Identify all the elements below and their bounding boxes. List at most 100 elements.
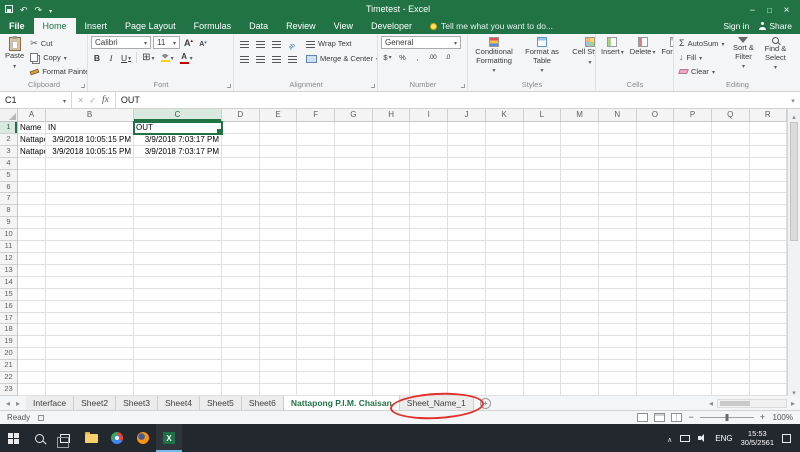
row-header-8[interactable]: 8 (0, 205, 18, 217)
cell-i15[interactable] (410, 289, 448, 301)
column-header-e[interactable]: E (260, 109, 298, 122)
cell-q13[interactable] (712, 265, 750, 277)
new-sheet-button[interactable] (474, 396, 497, 410)
cell-b14[interactable] (46, 277, 134, 289)
column-header-h[interactable]: H (373, 109, 411, 122)
cell-e14[interactable] (260, 277, 298, 289)
cell-k22[interactable] (486, 372, 524, 384)
find-select-button[interactable]: Find & Select (760, 36, 790, 72)
cell-r14[interactable] (750, 277, 787, 289)
cell-d10[interactable] (222, 229, 260, 241)
cell-a9[interactable] (18, 217, 46, 229)
cell-l21[interactable] (524, 360, 562, 372)
conditional-formatting-button[interactable]: Conditional Formatting (471, 36, 517, 75)
fill-color-button[interactable] (159, 51, 176, 64)
cell-o12[interactable] (637, 253, 675, 265)
cell-n3[interactable] (599, 146, 637, 158)
cell-g6[interactable] (335, 182, 373, 194)
cell-c6[interactable] (134, 182, 222, 194)
cell-l4[interactable] (524, 158, 562, 170)
cell-h19[interactable] (373, 336, 411, 348)
cell-g22[interactable] (335, 372, 373, 384)
cell-f19[interactable] (297, 336, 335, 348)
network-icon[interactable] (680, 435, 690, 442)
cell-j14[interactable] (448, 277, 486, 289)
font-size-select[interactable]: 11 (153, 36, 180, 49)
cell-j19[interactable] (448, 336, 486, 348)
ribbon-tab-developer[interactable]: Developer (362, 18, 421, 34)
format-cells-button[interactable]: Format (659, 36, 674, 58)
cell-h5[interactable] (373, 170, 411, 182)
cell-h1[interactable] (373, 122, 411, 134)
cell-n16[interactable] (599, 301, 637, 313)
cell-m21[interactable] (561, 360, 599, 372)
cell-n14[interactable] (599, 277, 637, 289)
cell-r3[interactable] (750, 146, 787, 158)
vertical-scrollbar[interactable] (787, 109, 800, 396)
cell-g4[interactable] (335, 158, 373, 170)
cell-o19[interactable] (637, 336, 675, 348)
cell-n7[interactable] (599, 193, 637, 205)
cell-r13[interactable] (750, 265, 787, 277)
cell-m20[interactable] (561, 348, 599, 360)
row-header-20[interactable]: 20 (0, 348, 18, 360)
cell-m8[interactable] (561, 205, 599, 217)
cell-k15[interactable] (486, 289, 524, 301)
cell-j11[interactable] (448, 241, 486, 253)
cell-m10[interactable] (561, 229, 599, 241)
cell-n13[interactable] (599, 265, 637, 277)
cell-f13[interactable] (297, 265, 335, 277)
cell-j9[interactable] (448, 217, 486, 229)
row-header-7[interactable]: 7 (0, 193, 18, 205)
cell-q16[interactable] (712, 301, 750, 313)
cancel-icon[interactable] (78, 96, 83, 105)
cell-f15[interactable] (297, 289, 335, 301)
cell-p19[interactable] (674, 336, 712, 348)
cell-h4[interactable] (373, 158, 411, 170)
cell-k3[interactable] (486, 146, 524, 158)
cell-o2[interactable] (637, 134, 675, 146)
cell-h9[interactable] (373, 217, 411, 229)
cell-j5[interactable] (448, 170, 486, 182)
cell-d6[interactable] (222, 182, 260, 194)
minimize-button[interactable] (744, 1, 761, 17)
column-header-g[interactable]: G (335, 109, 373, 122)
cell-h16[interactable] (373, 301, 411, 313)
cell-p5[interactable] (674, 170, 712, 182)
cell-m15[interactable] (561, 289, 599, 301)
cell-o5[interactable] (637, 170, 675, 182)
cell-b17[interactable] (46, 313, 134, 325)
cell-b9[interactable] (46, 217, 134, 229)
align-right-button[interactable] (269, 52, 283, 65)
cell-i16[interactable] (410, 301, 448, 313)
cell-d3[interactable] (222, 146, 260, 158)
cell-i18[interactable] (410, 324, 448, 336)
scroll-up-button[interactable] (788, 109, 800, 120)
cell-f11[interactable] (297, 241, 335, 253)
cell-n12[interactable] (599, 253, 637, 265)
cell-n22[interactable] (599, 372, 637, 384)
row-header-18[interactable]: 18 (0, 324, 18, 336)
cell-i6[interactable] (410, 182, 448, 194)
format-as-table-button[interactable]: Format as Table (519, 36, 565, 75)
cell-m6[interactable] (561, 182, 599, 194)
cell-p22[interactable] (674, 372, 712, 384)
cell-e17[interactable] (260, 313, 298, 325)
close-button[interactable] (778, 1, 795, 17)
cell-q14[interactable] (712, 277, 750, 289)
cell-c5[interactable] (134, 170, 222, 182)
cell-e15[interactable] (260, 289, 298, 301)
cell-d1[interactable] (222, 122, 260, 134)
cell-c1[interactable]: OUT (134, 122, 222, 134)
paste-button[interactable]: Paste (3, 36, 26, 71)
cell-p12[interactable] (674, 253, 712, 265)
cell-a18[interactable] (18, 324, 46, 336)
cell-a2[interactable]: Nattapong (18, 134, 46, 146)
cell-b16[interactable] (46, 301, 134, 313)
cell-c20[interactable] (134, 348, 222, 360)
previous-sheet-icon[interactable] (6, 399, 10, 408)
cell-k6[interactable] (486, 182, 524, 194)
cell-k16[interactable] (486, 301, 524, 313)
cell-a15[interactable] (18, 289, 46, 301)
start-button[interactable] (0, 424, 26, 452)
